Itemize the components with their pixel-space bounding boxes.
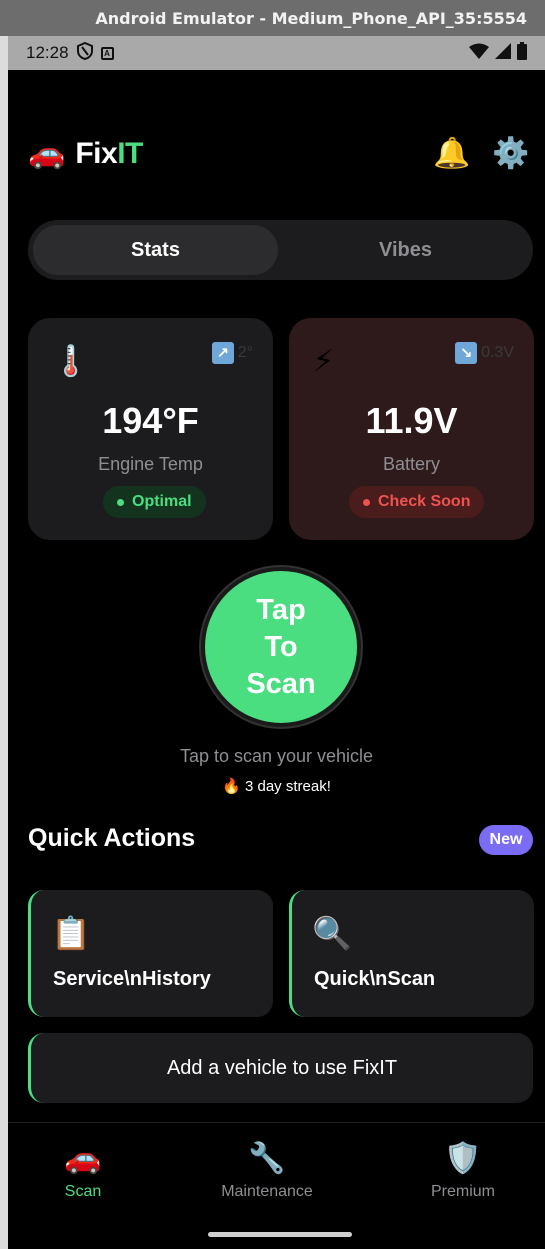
nav-item-maintenance[interactable]: 🔧 Maintenance (197, 1141, 337, 1201)
thermometer-icon: 🌡️ (52, 345, 90, 378)
engine-temp-card[interactable]: 🌡️ ↗ 2° 194°F Engine Temp Optimal (28, 318, 273, 540)
emulator-frame: Android Emulator - Medium_Phone_API_35:5… (0, 0, 545, 1249)
quick-scan-label: Quick\nScan (314, 968, 436, 990)
engine-temp-label: Engine Temp (98, 454, 203, 474)
shield-status-icon (76, 41, 93, 65)
engine-status-badge: Optimal (103, 486, 206, 518)
home-indicator[interactable] (208, 1232, 352, 1237)
battery-value: 11.9V (365, 400, 458, 441)
magnifier-icon: 🔍 (312, 915, 352, 951)
wrench-icon: 🔧 (248, 1142, 286, 1175)
signal-icon (495, 42, 511, 64)
settings-gear-icon[interactable]: ⚙️ (492, 136, 529, 171)
service-history-button[interactable]: 📋 Service\nHistory (28, 890, 273, 1017)
app-logo: 🚗 FixIT (28, 136, 143, 171)
battery-trend-value: 0.3V (481, 344, 514, 361)
car-logo-icon: 🚗 (28, 137, 66, 170)
app-header: 🚗 FixIT 🔔 ⚙️ (8, 136, 545, 180)
tap-to-scan-button[interactable]: Tap To Scan (201, 567, 361, 727)
window-titlebar: Android Emulator - Medium_Phone_API_35:5… (0, 0, 545, 36)
nav-label-maintenance: Maintenance (221, 1183, 313, 1200)
lightning-icon: ⚡ (313, 345, 335, 378)
streak-text: 🔥 3 day streak! (8, 777, 545, 795)
trend-up-icon: ↗ (211, 342, 234, 364)
wifi-icon (469, 43, 489, 64)
engine-temp-value: 194°F (102, 400, 199, 441)
app-name: FixIT (75, 136, 143, 170)
tab-stats[interactable]: Stats (33, 225, 278, 275)
engine-trend-value: 2° (237, 344, 253, 361)
nav-item-scan[interactable]: 🚗 Scan (13, 1141, 153, 1201)
battery-status-text: Check Soon (378, 493, 471, 510)
quick-scan-button[interactable]: 🔍 Quick\nScan (289, 890, 534, 1017)
engine-status-text: Optimal (132, 493, 192, 510)
service-history-label: Service\nHistory (53, 968, 211, 990)
fire-icon: 🔥 (222, 778, 241, 795)
car-icon: 🚗 (64, 1142, 102, 1175)
status-dot-icon (117, 498, 124, 506)
new-badge: New (479, 825, 533, 855)
battery-status-badge: Check Soon (349, 486, 485, 518)
shield-icon: 🛡️ (444, 1142, 482, 1175)
battery-label: Battery (382, 454, 441, 474)
clipboard-icon: 📋 (51, 915, 91, 951)
phone-screen: 12:28 A 🚗 FixIT 🔔 ⚙️ Stats Vibes 🌡️ ↗ 2°… (8, 36, 545, 1249)
battery-trend: ↘ 0.3V (455, 342, 514, 364)
nav-item-premium[interactable]: 🛡️ Premium (393, 1141, 533, 1201)
status-time: 12:28 (26, 43, 69, 62)
nav-label-scan: Scan (64, 1183, 102, 1200)
notification-bell-icon[interactable]: 🔔 (433, 136, 470, 171)
nav-label-premium: Premium (430, 1183, 495, 1200)
engine-trend: ↗ 2° (211, 342, 253, 364)
window-title: Android Emulator - Medium_Phone_API_35:5… (95, 8, 527, 28)
trend-down-icon: ↘ (455, 342, 478, 364)
battery-card[interactable]: ⚡ ↘ 0.3V 11.9V Battery Check Soon (289, 318, 534, 540)
streak-label: 3 day streak! (244, 778, 331, 795)
add-vehicle-button[interactable]: Add a vehicle to use FixIT (28, 1033, 533, 1103)
status-dot-icon (363, 498, 370, 506)
status-bar: 12:28 A (8, 36, 545, 70)
scan-hint: Tap to scan your vehicle (179, 746, 374, 766)
battery-icon (517, 41, 527, 65)
stats-vibes-toggle: Stats Vibes (28, 220, 533, 280)
bottom-navigation: 🚗 Scan 🔧 Maintenance 🛡️ Premium (8, 1122, 545, 1249)
quick-actions-title: Quick Actions (28, 824, 196, 852)
tab-vibes[interactable]: Vibes (283, 225, 528, 275)
notification-a-icon: A (100, 46, 114, 60)
